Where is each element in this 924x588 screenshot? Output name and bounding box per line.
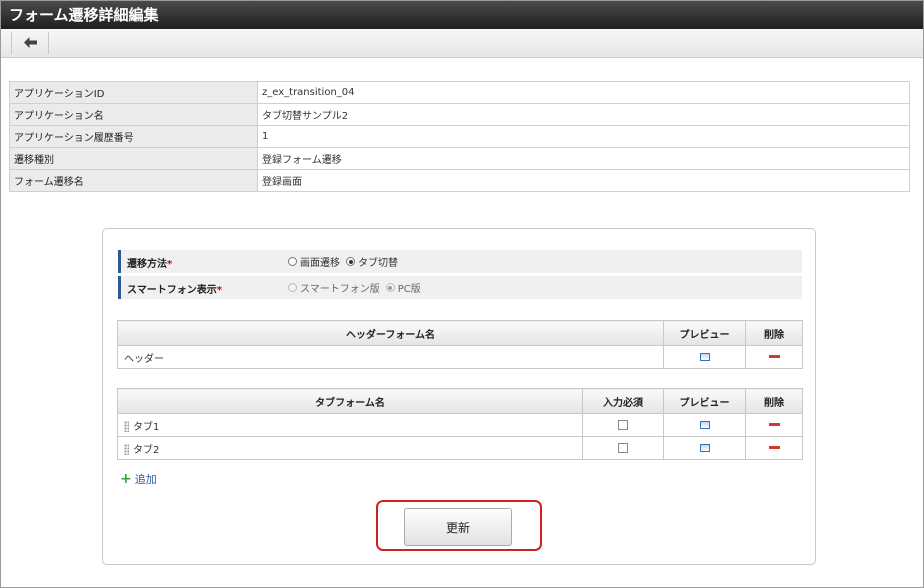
table-row: ヘッダー bbox=[117, 345, 803, 369]
required-mark: * bbox=[167, 259, 173, 270]
info-value: z_ex_transition_04 bbox=[257, 81, 910, 104]
info-label: アプリケーション名 bbox=[9, 103, 258, 126]
required-mark: * bbox=[216, 285, 222, 296]
back-button[interactable] bbox=[11, 32, 49, 54]
info-row: 遷移種別 登録フォーム遷移 bbox=[9, 147, 910, 170]
info-row: アプリケーション名 タブ切替サンプル2 bbox=[9, 103, 910, 126]
transition-edit-panel: 遷移方法* 画面遷移 タブ切替 スマートフォン表示* スマートフォン版 PC版 … bbox=[102, 228, 816, 565]
radio-pc-version[interactable] bbox=[385, 283, 395, 292]
preview-icon[interactable] bbox=[699, 352, 710, 361]
required-checkbox[interactable] bbox=[618, 442, 628, 453]
radio-label: タブ切替 bbox=[358, 258, 398, 269]
delete-icon[interactable] bbox=[768, 423, 780, 426]
tab-form-name: タブ1 bbox=[133, 421, 160, 433]
info-row: アプリケーション履歴番号 1 bbox=[9, 125, 910, 148]
update-button[interactable]: 更新 bbox=[404, 508, 512, 546]
table-row: タブ1 bbox=[117, 413, 803, 437]
info-label: アプリケーション履歴番号 bbox=[9, 125, 258, 148]
info-label: フォーム遷移名 bbox=[9, 169, 258, 192]
column-header: ヘッダーフォーム名 bbox=[117, 320, 664, 346]
header-form-name: ヘッダー bbox=[117, 345, 664, 369]
tab-form-table: タブフォーム名 入力必須 プレビュー 削除 タブ1 タブ2 bbox=[117, 388, 803, 460]
delete-icon[interactable] bbox=[768, 355, 780, 358]
application-info-table: アプリケーションID z_ex_transition_04 アプリケーション名 タブ… bbox=[9, 81, 910, 192]
radio-tab-switch[interactable] bbox=[346, 257, 355, 266]
delete-icon[interactable] bbox=[768, 446, 780, 449]
smartphone-display-row: スマートフォン表示* スマートフォン版 PC版 bbox=[118, 276, 802, 299]
radio-screen-transition[interactable] bbox=[288, 257, 297, 266]
column-header: 削除 bbox=[745, 320, 803, 346]
radio-label: 画面遷移 bbox=[300, 258, 340, 269]
transition-method-options: 画面遷移 タブ切替 bbox=[288, 254, 398, 269]
preview-icon[interactable] bbox=[699, 443, 710, 452]
window-title: フォーム遷移詳細編集 bbox=[1, 1, 923, 29]
info-value: 登録フォーム遷移 bbox=[257, 147, 910, 170]
add-link[interactable]: + 追加 bbox=[120, 471, 157, 487]
radio-label: スマートフォン版 bbox=[300, 284, 380, 295]
info-value: 登録画面 bbox=[257, 169, 910, 192]
toolbar bbox=[1, 29, 923, 58]
column-header: タブフォーム名 bbox=[117, 388, 583, 414]
drag-handle-icon[interactable] bbox=[124, 421, 129, 432]
info-label: 遷移種別 bbox=[9, 147, 258, 170]
radio-smartphone-version[interactable] bbox=[288, 283, 297, 292]
plus-icon: + bbox=[120, 471, 132, 487]
transition-method-label: 遷移方法* bbox=[127, 259, 173, 270]
info-row: フォーム遷移名 登録画面 bbox=[9, 169, 910, 192]
drag-handle-icon[interactable] bbox=[124, 444, 129, 455]
transition-method-row: 遷移方法* 画面遷移 タブ切替 bbox=[118, 250, 802, 273]
smartphone-display-options: スマートフォン版 PC版 bbox=[288, 280, 421, 295]
info-value: タブ切替サンプル2 bbox=[257, 103, 910, 126]
column-header: 入力必須 bbox=[582, 388, 664, 414]
add-label: 追加 bbox=[134, 473, 157, 486]
header-form-table: ヘッダーフォーム名 プレビュー 削除 ヘッダー bbox=[117, 320, 803, 369]
info-label: アプリケーションID bbox=[9, 81, 258, 104]
column-header: プレビュー bbox=[663, 388, 746, 414]
table-row: タブ2 bbox=[117, 436, 803, 460]
radio-label: PC版 bbox=[397, 284, 421, 295]
required-checkbox[interactable] bbox=[618, 419, 628, 430]
arrow-left-icon bbox=[24, 37, 37, 48]
column-header: 削除 bbox=[745, 388, 803, 414]
info-row: アプリケーションID z_ex_transition_04 bbox=[9, 81, 910, 104]
info-value: 1 bbox=[257, 125, 910, 148]
smartphone-display-label: スマートフォン表示* bbox=[127, 285, 222, 296]
tab-form-name: タブ2 bbox=[133, 444, 160, 456]
column-header: プレビュー bbox=[663, 320, 746, 346]
preview-icon[interactable] bbox=[699, 420, 710, 429]
